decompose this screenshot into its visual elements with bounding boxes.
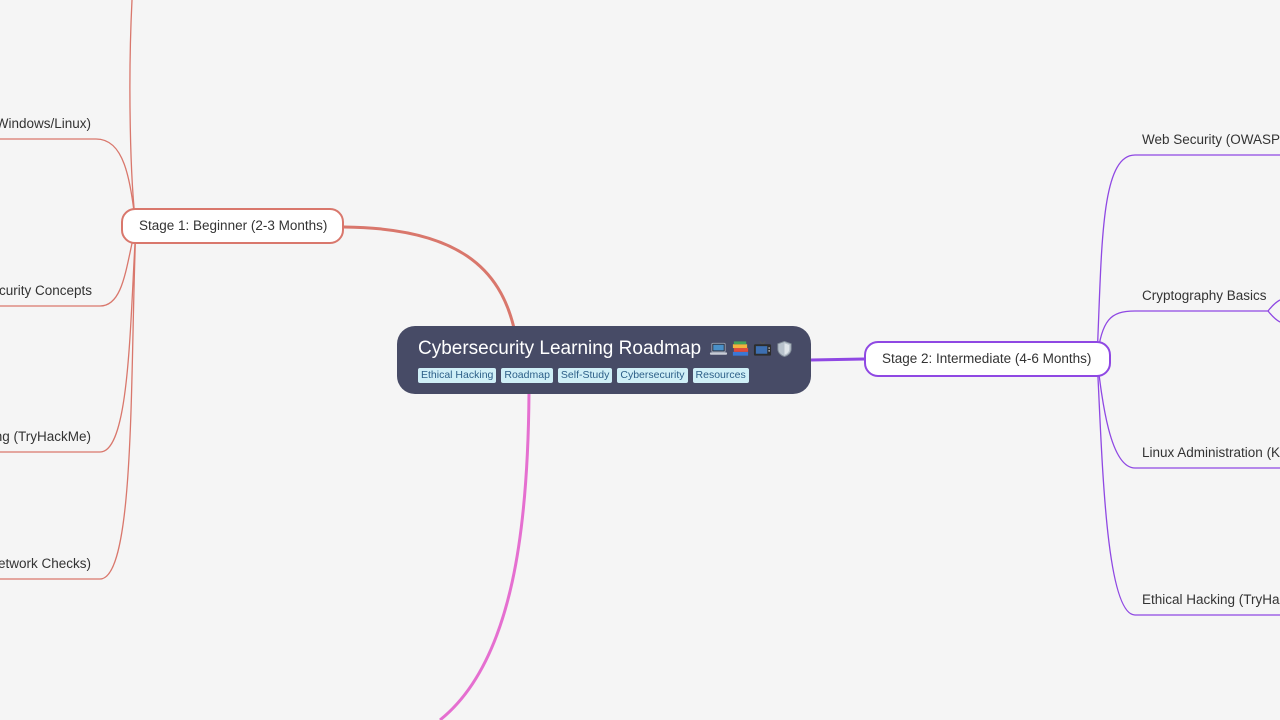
label-tag[interactable]: Cybersecurity	[617, 368, 688, 383]
connector-central-stage3	[439, 392, 531, 720]
stage2-subtopic-2[interactable]: Cryptography Basics	[1142, 287, 1267, 305]
connector-central-stage1	[343, 225, 516, 329]
label-tag[interactable]: Roadmap	[501, 368, 553, 383]
label-tag[interactable]: Ethical Hacking	[418, 368, 497, 383]
branch-stage2[interactable]: Stage 2: Intermediate (4-6 Months)	[864, 341, 1111, 377]
connector-stage1-sub3	[0, 225, 137, 453]
stage1-subtopic-3[interactable]: ng (TryHackMe)	[0, 428, 91, 446]
stage2-subtopic-3[interactable]: Linux Administration (K	[1142, 444, 1280, 462]
label-tag[interactable]: Resources	[692, 368, 749, 383]
mindmap-canvas[interactable]: Cybersecurity Learning Roadmap Ethical H…	[0, 0, 1280, 720]
connector-stage2-sub1	[1096, 154, 1280, 359]
books-icon	[732, 341, 749, 356]
branch-stage1[interactable]: Stage 1: Beginner (2-3 Months)	[121, 208, 344, 244]
connector-stage2-sub2	[1096, 310, 1268, 359]
central-topic-title: Cybersecurity Learning Roadmap	[418, 338, 702, 359]
tv-icon	[753, 340, 772, 356]
label-tag[interactable]: Self-Study	[557, 368, 613, 383]
stage1-subtopic-4[interactable]: etwork Checks)	[0, 555, 91, 573]
shield-icon	[777, 340, 792, 358]
stage2-subtopic-1[interactable]: Web Security (OWASP G	[1142, 131, 1280, 149]
central-topic-labels: Ethical Hacking Roadmap Self-Study Cyber…	[418, 368, 789, 383]
stage1-subtopic-2[interactable]: curity Concepts	[0, 282, 92, 300]
connector-central-stage2	[810, 357, 865, 362]
laptop-icon	[709, 342, 728, 355]
stage2-subtopic-4[interactable]: Ethical Hacking (TryHac	[1142, 591, 1280, 609]
connector-stage2-sub2-extra2	[1267, 310, 1280, 323]
connector-stage1-sub1	[0, 138, 137, 227]
connector-stage1-sub4	[0, 225, 137, 580]
central-topic[interactable]: Cybersecurity Learning Roadmap Ethical H…	[397, 326, 811, 394]
connector-stage2-sub2-extra	[1267, 299, 1280, 312]
connector-stage2-sub4	[1096, 357, 1280, 616]
stage1-subtopic-1[interactable]: Windows/Linux)	[0, 115, 91, 133]
